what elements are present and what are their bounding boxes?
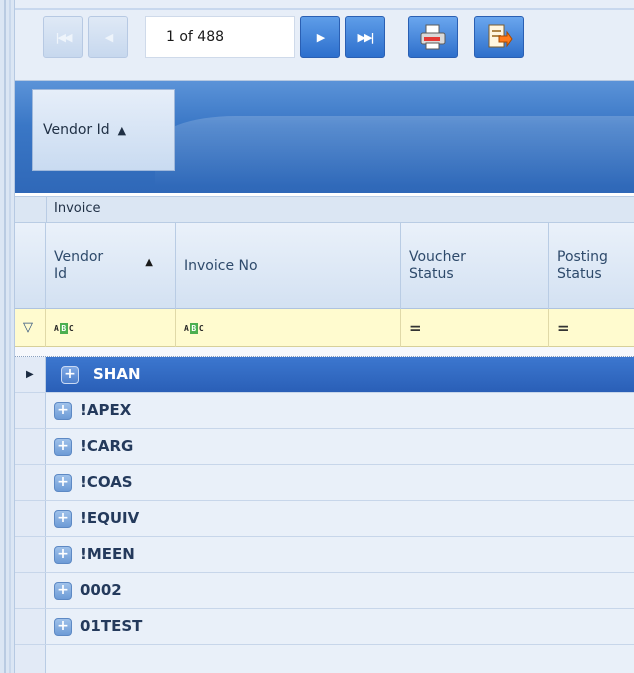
column-header-voucher-status[interactable]: Voucher Status xyxy=(401,223,549,309)
row-indicator xyxy=(15,501,46,536)
group-chip-label: Vendor Id xyxy=(43,122,110,138)
row-indicator xyxy=(15,465,46,500)
band-indicator-cell xyxy=(15,197,47,222)
column-header-invoice-no[interactable]: Invoice No xyxy=(176,223,401,309)
group-label: SHAN xyxy=(93,365,141,383)
last-page-icon: ▶▶| xyxy=(357,30,375,44)
column-header-vendor-id[interactable]: Vendor Id ▲ xyxy=(46,223,176,309)
expand-icon[interactable]: + xyxy=(61,366,79,384)
expand-icon[interactable]: + xyxy=(54,546,72,564)
group-row[interactable]: ▶ + SHAN xyxy=(15,357,634,393)
group-row[interactable]: + !EQUIV xyxy=(15,501,634,537)
group-row[interactable]: + !COAS xyxy=(15,465,634,501)
row-indicator: ▶ xyxy=(15,357,46,392)
print-icon xyxy=(420,24,446,50)
expand-icon[interactable]: + xyxy=(54,618,72,636)
group-by-panel: Vendor Id ▲ xyxy=(15,81,634,193)
group-row[interactable]: + !CARG xyxy=(15,429,634,465)
group-chip-vendor-id[interactable]: Vendor Id ▲ xyxy=(32,89,175,171)
expand-icon[interactable]: + xyxy=(54,402,72,420)
band-label: Invoice xyxy=(54,201,101,216)
group-row[interactable]: + !APEX xyxy=(15,393,634,429)
export-button[interactable] xyxy=(474,16,524,58)
equals-filter-icon: = xyxy=(557,319,570,337)
column-header-label: Posting Status xyxy=(557,249,608,282)
previous-page-button[interactable]: ◀ xyxy=(88,16,128,58)
group-label: 0002 xyxy=(80,581,122,599)
group-row[interactable]: + 0002 xyxy=(15,573,634,609)
column-header-label: Voucher Status xyxy=(409,249,466,282)
group-label: 01TEST xyxy=(80,617,143,635)
abc-filter-icon: ABC xyxy=(184,322,204,334)
first-page-icon: |◀◀ xyxy=(55,30,73,44)
first-page-button[interactable]: |◀◀ xyxy=(43,16,83,58)
expand-icon[interactable]: + xyxy=(54,438,72,456)
print-button[interactable] xyxy=(408,16,458,58)
sort-ascending-icon: ▲ xyxy=(117,123,127,137)
pager-toolbar: |◀◀ ◀ 1 of 488 ▶ ▶▶| xyxy=(15,0,634,81)
page-indicator: 1 of 488 xyxy=(145,16,295,58)
export-icon xyxy=(488,24,513,48)
equals-filter-icon: = xyxy=(409,319,422,337)
group-row[interactable]: + 01TEST xyxy=(15,609,634,645)
left-border xyxy=(0,0,15,673)
group-label: !APEX xyxy=(80,401,132,419)
column-header-posting-status[interactable]: Posting Status xyxy=(549,223,634,309)
filter-funnel-icon: ▽ xyxy=(23,320,33,335)
column-header-label: Vendor Id xyxy=(54,249,104,282)
filter-row: ▽ ABC ABC = = xyxy=(15,309,634,347)
column-header-label: Invoice No xyxy=(184,258,258,274)
grid-window: |◀◀ ◀ 1 of 488 ▶ ▶▶| Vendor Id ▲ Invoice… xyxy=(0,0,634,673)
expand-icon[interactable]: + xyxy=(54,582,72,600)
abc-filter-icon: ABC xyxy=(54,322,74,334)
expand-icon[interactable]: + xyxy=(54,510,72,528)
sort-ascending-icon: ▲ xyxy=(145,257,153,268)
filter-cell-voucher-status[interactable]: = xyxy=(401,309,549,347)
pager-band xyxy=(15,8,634,10)
previous-page-icon: ◀ xyxy=(104,30,114,44)
page-text: 1 of 488 xyxy=(166,29,225,45)
group-label: !MEEN xyxy=(80,545,135,563)
filter-cell-invoice-no[interactable]: ABC xyxy=(176,309,401,347)
fixed-row-separator xyxy=(15,347,634,357)
group-label: !EQUIV xyxy=(80,509,140,527)
filter-cell-vendor-id[interactable]: ABC xyxy=(46,309,176,347)
expand-icon[interactable]: + xyxy=(54,474,72,492)
row-indicator xyxy=(15,393,46,428)
panel-shine xyxy=(155,116,634,186)
row-indicator xyxy=(15,573,46,608)
row-indicator xyxy=(15,609,46,644)
group-label: !CARG xyxy=(80,437,134,455)
column-header-row: Vendor Id ▲ Invoice No Voucher Status Po… xyxy=(15,223,634,309)
header-indicator-cell xyxy=(15,223,46,309)
current-row-arrow-icon: ▶ xyxy=(26,369,34,380)
row-indicator xyxy=(15,645,46,673)
next-page-button[interactable]: ▶ xyxy=(300,16,340,58)
last-page-button[interactable]: ▶▶| xyxy=(345,16,385,58)
next-page-icon: ▶ xyxy=(316,30,326,44)
band-header: Invoice xyxy=(15,196,634,223)
filter-cell-posting-status[interactable]: = xyxy=(549,309,634,347)
group-label: !COAS xyxy=(80,473,133,491)
group-row[interactable]: + !MEEN xyxy=(15,537,634,573)
row-indicator xyxy=(15,429,46,464)
row-indicator xyxy=(15,537,46,572)
group-row-partial xyxy=(15,645,634,673)
filter-indicator-cell: ▽ xyxy=(15,309,46,347)
